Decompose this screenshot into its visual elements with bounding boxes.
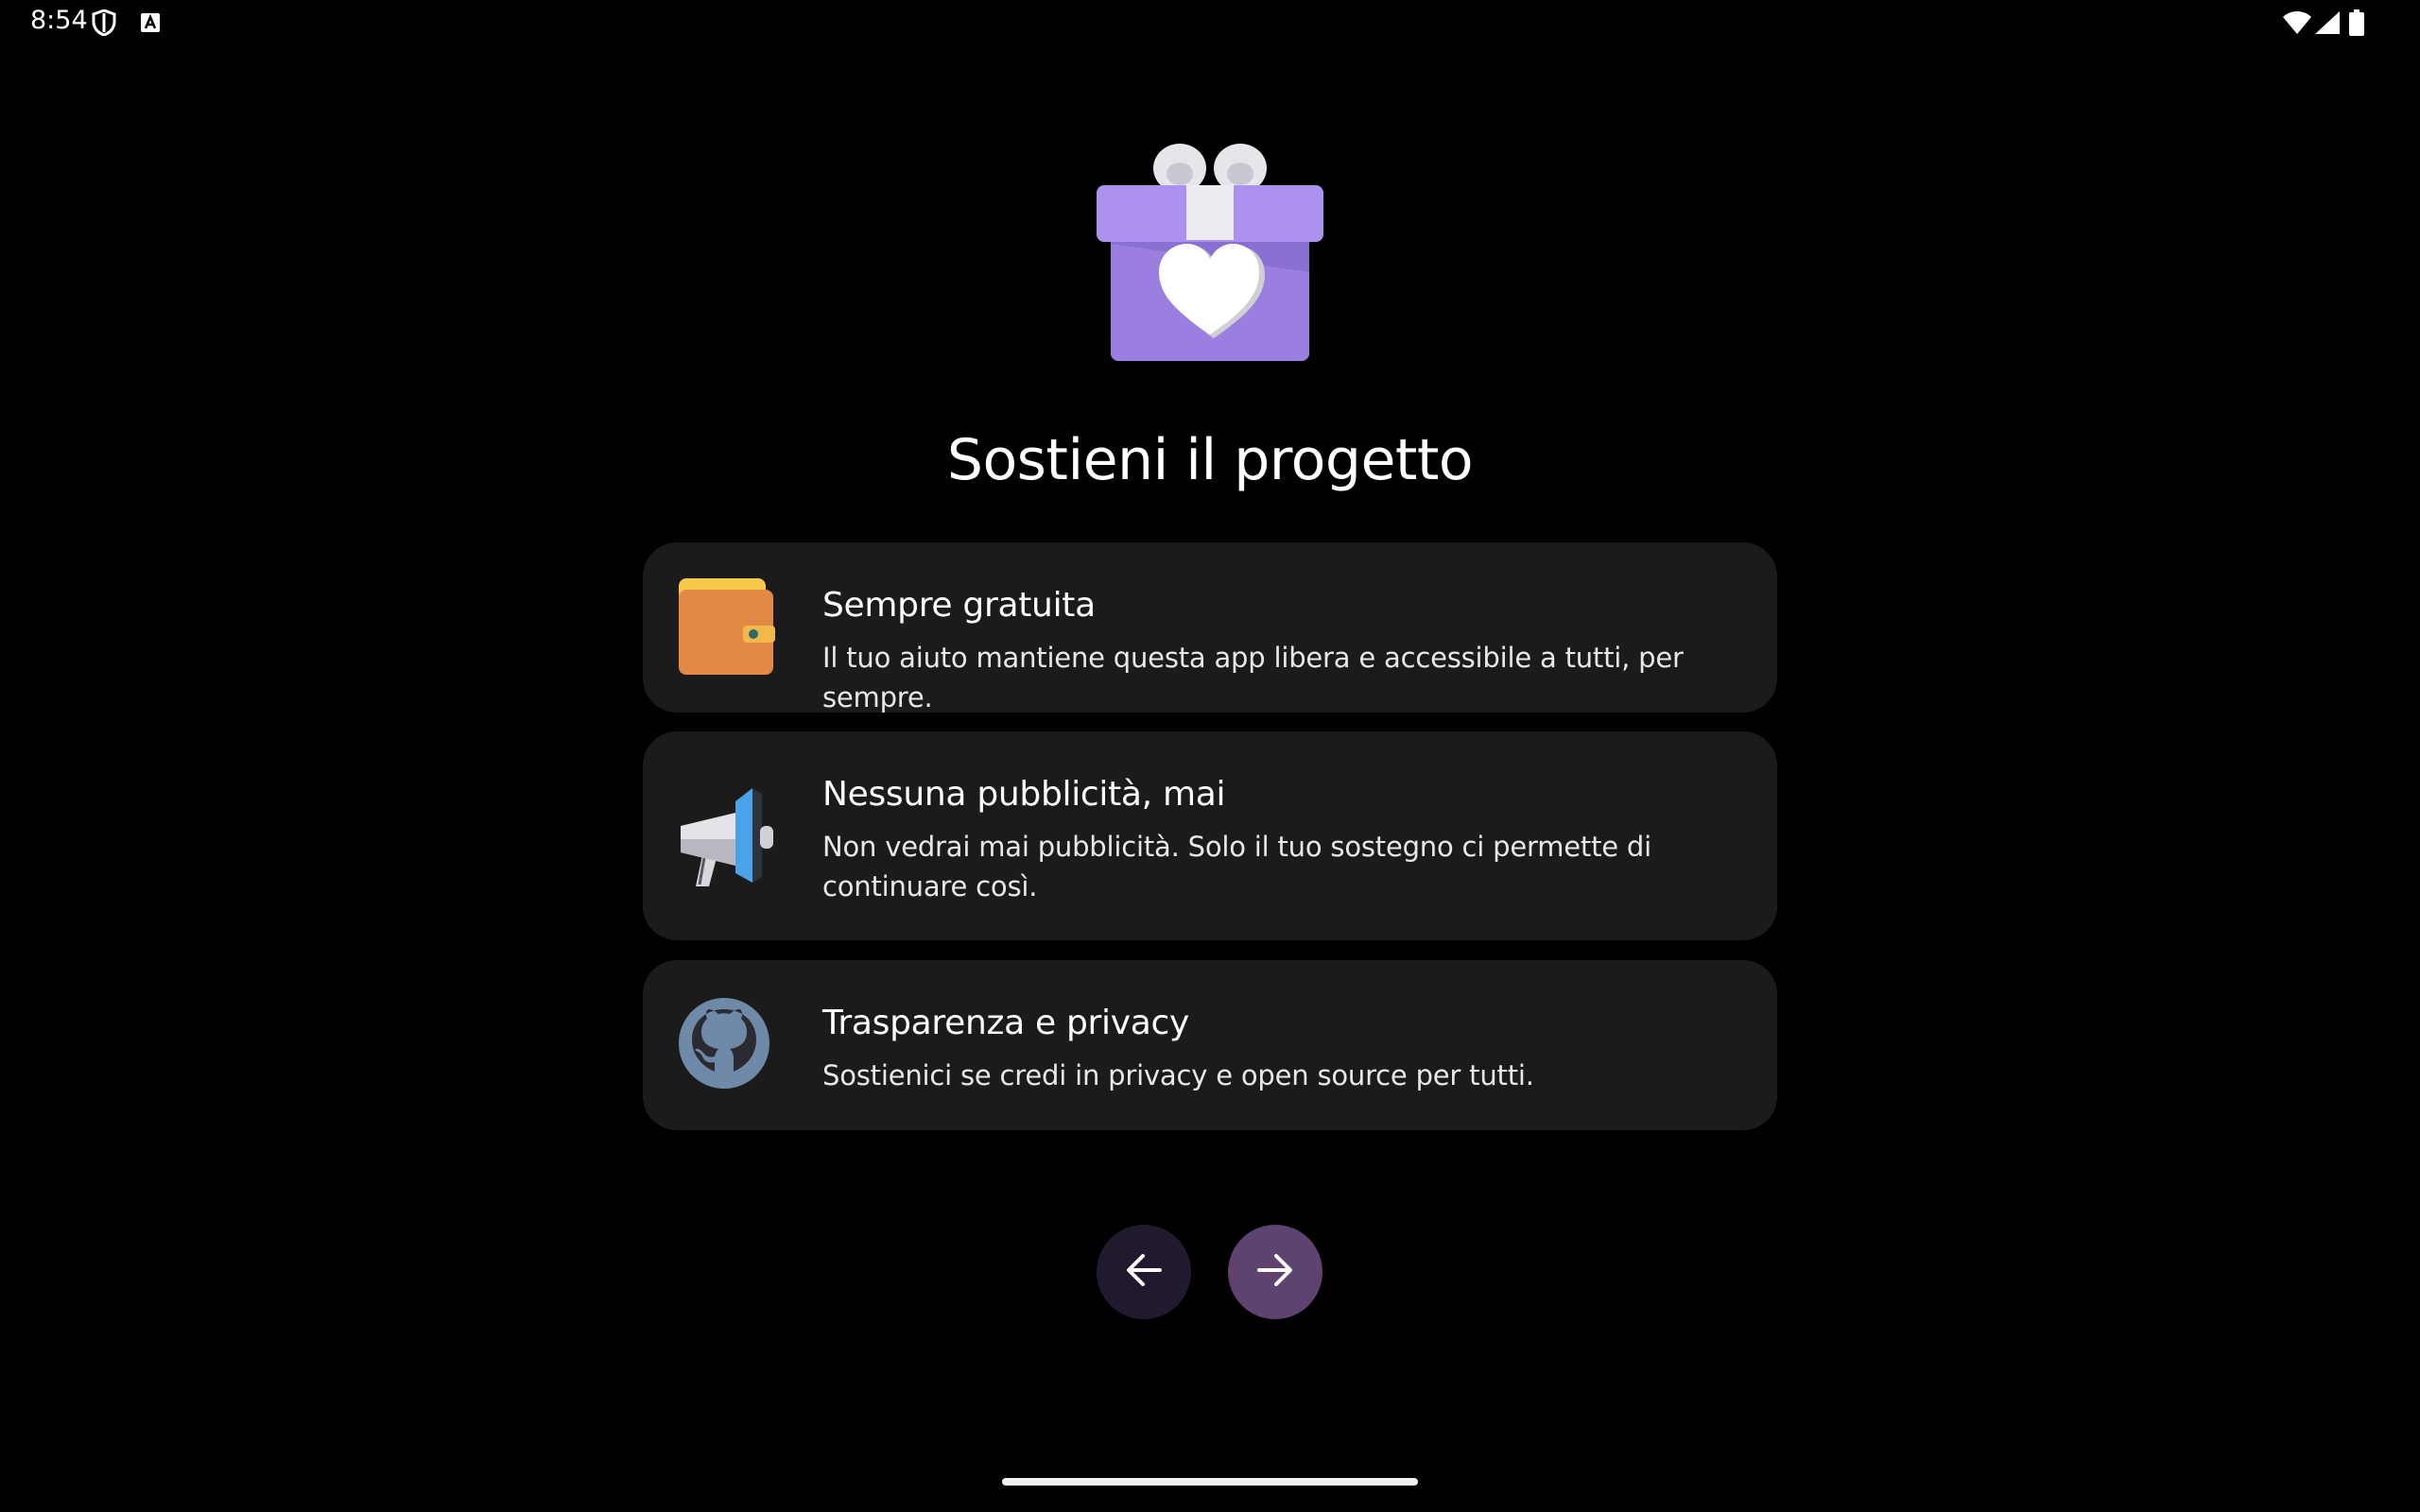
wallet-icon: [677, 578, 775, 681]
arrow-left-icon: [1122, 1248, 1166, 1297]
github-icon: [677, 996, 771, 1095]
back-button[interactable]: [1097, 1225, 1191, 1319]
card-description: Non vedrai mai pubblicità. Solo il tuo s…: [822, 831, 1651, 902]
status-bar: 8:54: [0, 0, 2420, 45]
arrow-right-icon: [1253, 1248, 1297, 1297]
card-title: Sempre gratuita: [822, 586, 1096, 625]
next-button[interactable]: [1228, 1225, 1322, 1319]
page-title: Sostieni il progetto: [946, 427, 1474, 493]
feature-card-privacy: Trasparenza e privacy Sostienici se cred…: [643, 960, 1777, 1130]
wifi-icon: [2282, 10, 2312, 40]
card-title: Nessuna pubblicità, mai: [822, 775, 1226, 814]
card-description: Il tuo aiuto mantiene questa app libera …: [822, 642, 1684, 713]
feature-card-free: Sempre gratuita Il tuo aiuto mantiene qu…: [643, 542, 1777, 713]
home-indicator[interactable]: [1002, 1478, 1418, 1486]
signal-icon: [2314, 10, 2341, 40]
card-description: Sostienici se credi in privacy e open so…: [822, 1059, 1534, 1091]
megaphone-icon: [677, 784, 775, 895]
feature-card-no-ads: Nessuna pubblicità, mai Non vedrai mai p…: [643, 731, 1777, 940]
onboarding-screen: 8:54 Sostieni il progetto Sempre gratuit…: [0, 0, 2420, 1512]
gift-heart-icon: [1097, 140, 1323, 371]
status-time: 8:54: [30, 6, 88, 35]
battery-icon: [2349, 9, 2364, 41]
keyboard-a-icon: [140, 12, 161, 38]
card-title: Trasparenza e privacy: [822, 1004, 1190, 1042]
shield-icon: [92, 9, 116, 41]
